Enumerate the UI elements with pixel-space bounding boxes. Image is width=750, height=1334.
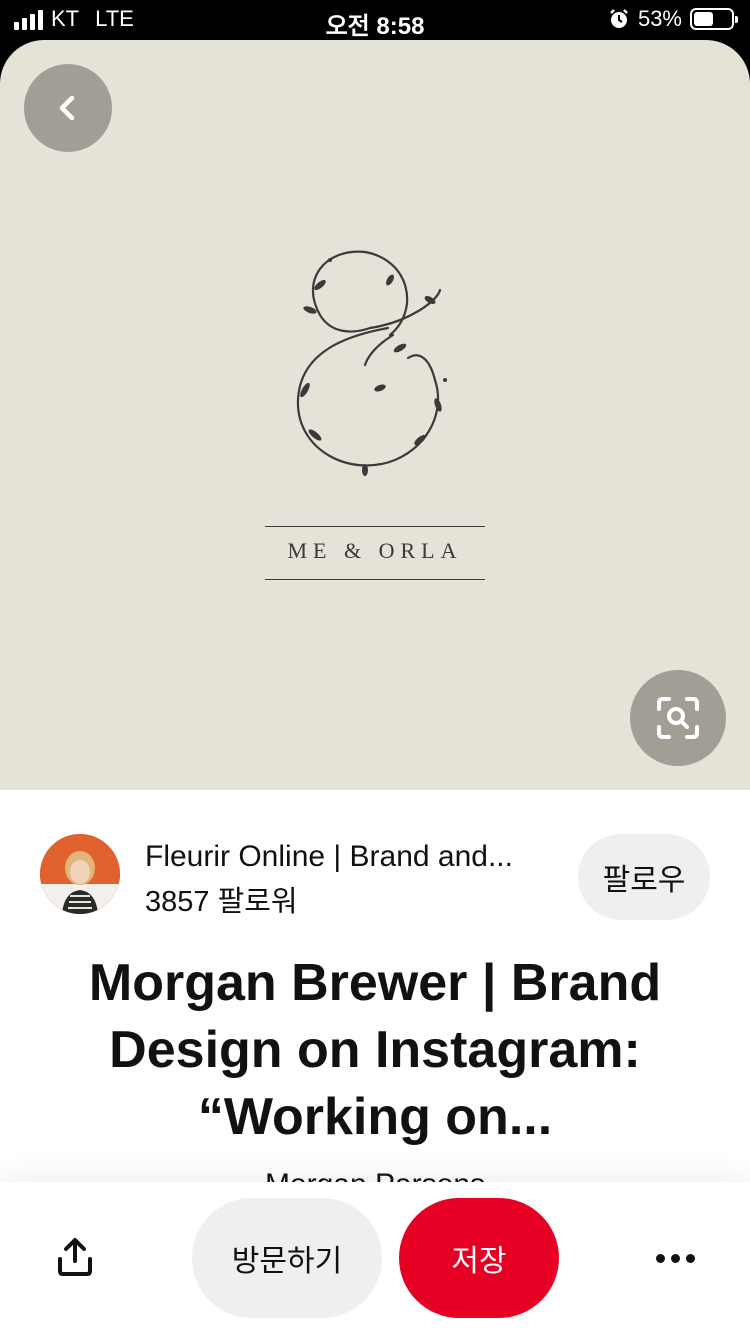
battery-percent: 53% xyxy=(637,6,682,31)
follow-button[interactable]: 팔로우 xyxy=(578,834,710,920)
brand-rule-top xyxy=(265,526,485,527)
status-bar: KT LTE 오전 8:58 53% xyxy=(0,0,750,40)
action-bar: 방문하기 저장 xyxy=(0,1182,750,1334)
pin-image[interactable]: ME & ORLA xyxy=(0,40,750,790)
share-icon xyxy=(58,1238,92,1276)
back-chevron-icon xyxy=(59,95,75,121)
visual-search-button[interactable] xyxy=(630,670,726,766)
visual-search-icon xyxy=(657,697,699,739)
alarm-icon xyxy=(610,9,628,28)
creator-name[interactable]: Fleurir Online | Brand and... xyxy=(145,840,565,874)
back-button[interactable] xyxy=(24,64,112,152)
creator-followers: 3857 팔로워 xyxy=(145,886,298,918)
creator-row[interactable]: Fleurir Online | Brand and... 3857 팔로워 팔… xyxy=(40,834,710,922)
avatar-photo xyxy=(40,834,120,914)
save-button[interactable]: 저장 xyxy=(399,1198,559,1318)
battery-fill xyxy=(694,12,714,26)
brand-wordmark: ME & ORLA xyxy=(287,538,463,563)
avatar[interactable] xyxy=(40,834,120,914)
brand-rule-bottom xyxy=(265,579,485,580)
status-right: 53% xyxy=(608,6,738,32)
battery-icon xyxy=(690,8,738,30)
more-icon[interactable] xyxy=(650,1238,700,1278)
ampersand-logo xyxy=(296,250,447,476)
pin-title: Morgan Brewer | Brand Design on Instagra… xyxy=(88,954,662,1146)
share-button[interactable] xyxy=(50,1232,100,1282)
visit-button[interactable]: 방문하기 xyxy=(192,1198,382,1318)
